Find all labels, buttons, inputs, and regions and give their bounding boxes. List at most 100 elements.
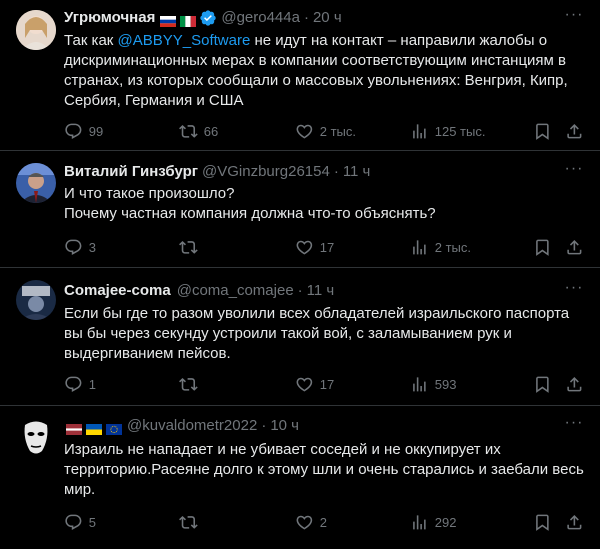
author-name[interactable]: Comajee-coma — [64, 281, 171, 301]
more-options-icon[interactable]: ··· — [564, 161, 584, 182]
views-button[interactable]: 292 — [410, 513, 456, 532]
tweet-text-line: И что такое произошло? — [64, 185, 235, 202]
share-button[interactable] — [565, 513, 584, 532]
separator-dot: · — [297, 282, 303, 299]
author-handle[interactable]: @coma_comajee — [177, 281, 294, 301]
retweet-icon — [179, 240, 198, 254]
separator-dot: · — [333, 163, 339, 180]
tweet-header: Comajee-coma @coma_comajee · 11 ч — [64, 281, 560, 301]
reply-button[interactable]: 5 — [64, 513, 96, 532]
bookmark-button[interactable] — [533, 513, 552, 532]
views-icon — [413, 239, 426, 255]
views-count: 593 — [434, 376, 457, 392]
timestamp[interactable]: 11 ч — [307, 281, 335, 301]
like-button[interactable]: 17 — [295, 238, 334, 257]
tweet-text: Так как @ABBYY_Software не идут на конта… — [64, 31, 584, 111]
more-options-icon[interactable]: ··· — [564, 7, 584, 28]
more-options-icon[interactable]: ··· — [564, 280, 584, 301]
tweet-header: @kuvaldometr2022 · 10 ч — [64, 416, 560, 436]
tweet-text-line: Почему частная компания должна что-то об… — [64, 205, 436, 222]
like-button[interactable]: 2 тыс. — [295, 122, 356, 141]
share-icon — [567, 514, 582, 530]
reply-icon — [65, 376, 82, 392]
reply-button[interactable]: 1 — [64, 375, 96, 394]
tweet-actions: 3 17 2 тыс. — [58, 237, 590, 257]
tweet-header: Угрюмочная @gero444a · 20 ч — [64, 8, 560, 28]
retweet-count: 66 — [203, 123, 219, 139]
reply-button[interactable]: 3 — [64, 238, 96, 257]
more-options-icon[interactable]: ··· — [564, 415, 584, 436]
retweet-button[interactable] — [179, 513, 204, 532]
bookmark-icon — [536, 514, 549, 531]
reply-button[interactable]: 99 — [64, 122, 103, 141]
author-handle[interactable]: @kuvaldometr2022 — [127, 416, 257, 436]
retweet-button[interactable] — [179, 375, 204, 394]
like-count: 2 — [319, 514, 327, 530]
flag-italy-icon — [180, 13, 197, 27]
tweet-actions: 1 17 593 — [58, 374, 590, 394]
views-button[interactable]: 125 тыс. — [410, 122, 485, 141]
reply-icon — [65, 239, 82, 255]
avatar[interactable] — [16, 163, 56, 203]
flag-russia-icon — [160, 13, 177, 27]
tweet[interactable]: Угрюмочная @gero444a · 20 ч ··· Так как … — [0, 0, 600, 151]
views-button[interactable]: 2 тыс. — [410, 238, 471, 257]
tweet-actions: 5 2 292 — [58, 512, 590, 532]
share-button[interactable] — [565, 375, 584, 394]
views-count: 292 — [434, 514, 457, 530]
share-button[interactable] — [565, 122, 584, 141]
views-icon — [413, 123, 426, 139]
like-button[interactable]: 17 — [295, 375, 334, 394]
avatar[interactable] — [16, 280, 56, 320]
reply-count: 5 — [88, 514, 96, 530]
tweet-text-segment: Так как — [64, 32, 118, 49]
heart-icon — [296, 240, 313, 255]
reply-icon — [65, 514, 82, 530]
tweet-text: И что такое произошло? Почему частная ко… — [64, 184, 584, 224]
tweet[interactable]: @kuvaldometr2022 · 10 ч ··· Израиль не н… — [0, 406, 600, 549]
like-button[interactable]: 2 — [295, 513, 327, 532]
retweet-icon — [179, 515, 198, 529]
tweet-actions: 99 66 2 тыс. 125 тыс. — [58, 121, 590, 141]
bookmark-button[interactable] — [533, 375, 552, 394]
timestamp[interactable]: 10 ч — [270, 416, 299, 436]
avatar[interactable] — [16, 417, 56, 457]
flag-latvia-icon — [66, 421, 82, 435]
views-count: 125 тыс. — [434, 123, 486, 139]
views-button[interactable]: 593 — [410, 375, 456, 394]
share-icon — [567, 123, 582, 139]
retweet-button[interactable] — [179, 238, 204, 257]
author-handle[interactable]: @gero444a — [221, 8, 300, 28]
separator-dot: · — [303, 9, 309, 26]
share-button[interactable] — [565, 238, 584, 257]
bookmark-icon — [536, 239, 549, 256]
author-name[interactable]: Угрюмочная — [64, 8, 155, 28]
tweet-text: Израиль не нападает и не убивает соседей… — [64, 441, 584, 498]
share-icon — [567, 376, 582, 392]
flag-eu-icon — [106, 421, 122, 435]
tweet[interactable]: Виталий Гинзбург @VGinzburg26154 · 11 ч … — [0, 151, 600, 268]
tweet-text: Если бы где то разом уволили всех облада… — [64, 305, 570, 362]
like-count: 17 — [319, 376, 335, 392]
flag-ukraine-icon — [86, 421, 102, 435]
retweet-icon — [179, 377, 198, 391]
retweet-button[interactable]: 66 — [179, 122, 218, 141]
heart-icon — [296, 515, 313, 530]
tweet[interactable]: Comajee-coma @coma_comajee · 11 ч ··· Ес… — [0, 268, 600, 406]
bookmark-icon — [536, 123, 549, 140]
verified-badge-icon[interactable] — [199, 9, 217, 27]
avatar[interactable] — [16, 10, 56, 50]
heart-icon — [296, 124, 313, 139]
reply-count: 3 — [88, 239, 96, 255]
reply-count: 99 — [88, 123, 104, 139]
reply-icon — [65, 123, 82, 139]
author-name[interactable]: Виталий Гинзбург — [64, 162, 198, 182]
timestamp[interactable]: 11 ч — [343, 162, 371, 182]
bookmark-button[interactable] — [533, 238, 552, 257]
views-icon — [413, 514, 426, 530]
timestamp[interactable]: 20 ч — [313, 8, 342, 28]
mention-link[interactable]: @ABBYY_Software — [118, 32, 251, 49]
reply-count: 1 — [88, 376, 96, 392]
bookmark-button[interactable] — [533, 122, 552, 141]
author-handle[interactable]: @VGinzburg26154 — [202, 162, 330, 182]
